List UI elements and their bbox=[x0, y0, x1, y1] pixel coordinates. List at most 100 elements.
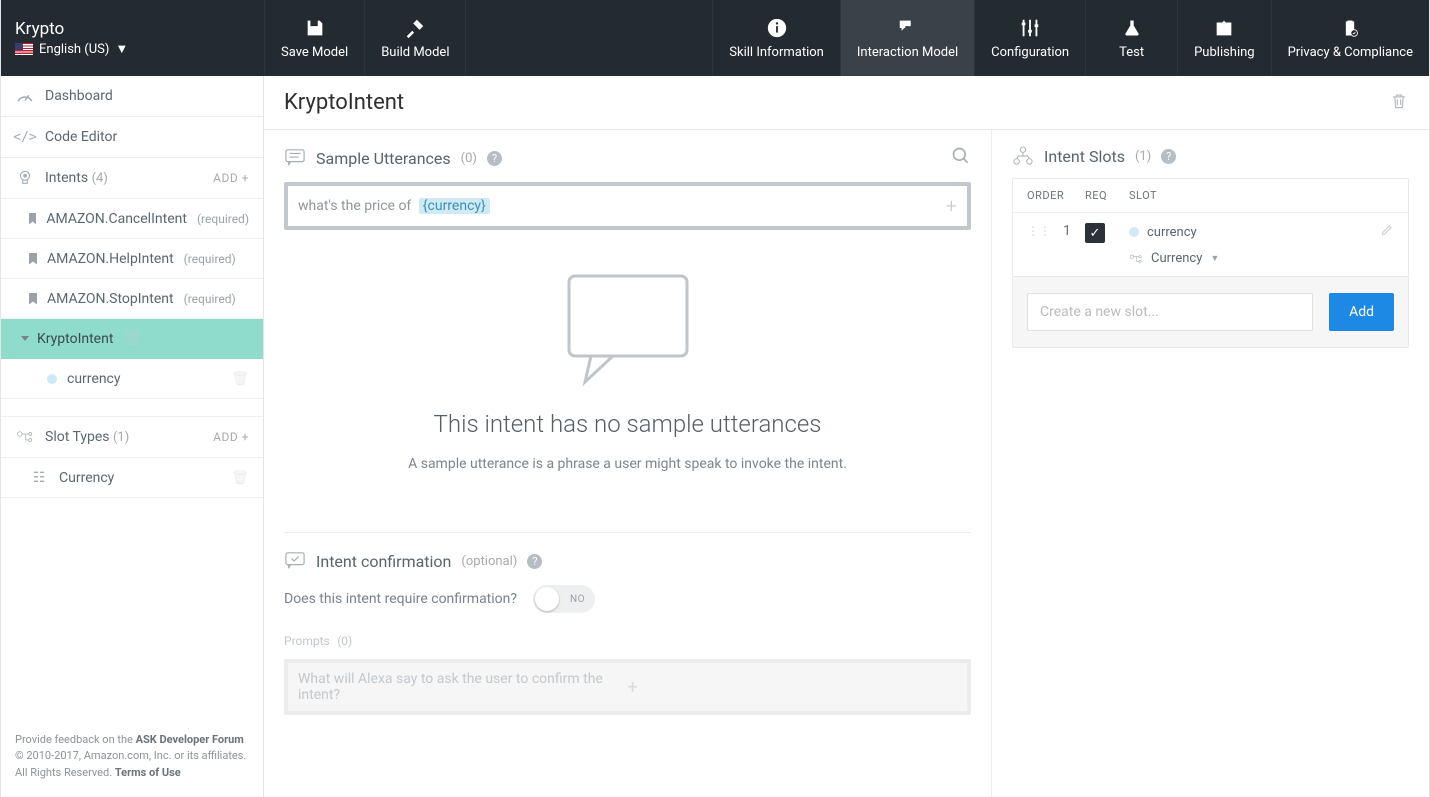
required-tag: (required) bbox=[184, 252, 236, 266]
intent-name: AMAZON.CancelIntent bbox=[46, 211, 187, 227]
caret-down-icon bbox=[21, 336, 29, 341]
section-title: Sample Utterances bbox=[316, 149, 451, 168]
new-slot-row: Add bbox=[1012, 277, 1409, 348]
speech-icon bbox=[284, 148, 306, 168]
required-tag: (required) bbox=[184, 292, 236, 306]
skill-name: Krypto bbox=[15, 19, 250, 39]
bookmark-icon bbox=[29, 253, 37, 265]
add-utterance-button[interactable]: + bbox=[946, 194, 957, 218]
slot-type-value: Currency bbox=[1151, 251, 1202, 266]
section-count: (1) bbox=[1135, 149, 1151, 164]
th-slot: SLOT bbox=[1129, 189, 1394, 202]
nav-configuration[interactable]: Configuration bbox=[974, 0, 1085, 76]
nav-label: Publishing bbox=[1194, 45, 1255, 60]
delete-icon[interactable]: 🗑 bbox=[231, 470, 249, 486]
chevron-down-icon: ▼ bbox=[1210, 253, 1219, 264]
prompt-input: What will Alexa say to ask the user to c… bbox=[284, 659, 971, 715]
nav-label: Interaction Model bbox=[857, 45, 958, 60]
add-slot-button[interactable]: Add bbox=[1329, 293, 1394, 331]
intent-confirmation-header: Intent confirmation (optional) ? bbox=[284, 551, 971, 571]
save-icon bbox=[304, 17, 326, 39]
confirm-icon bbox=[284, 551, 306, 571]
nav-save-model[interactable]: Save Model bbox=[264, 0, 364, 76]
delete-intent-button[interactable] bbox=[1389, 90, 1409, 116]
th-order: ORDER bbox=[1027, 189, 1085, 202]
toggle-label: NO bbox=[570, 594, 585, 605]
sidebar-intents-header[interactable]: Intents (4) ADD + bbox=[1, 158, 263, 199]
edit-icon[interactable] bbox=[1380, 223, 1394, 241]
intent-slots-header: Intent Slots (1) ? bbox=[1012, 146, 1409, 166]
slot-name-value: currency bbox=[1147, 225, 1197, 240]
nav-spacer bbox=[465, 0, 712, 76]
utterance-text: what's the price of {currency} bbox=[298, 198, 490, 214]
sidebar-slot-currency[interactable]: currency 🗑 bbox=[1, 359, 263, 399]
sidebar-intent-stop[interactable]: AMAZON.StopIntent (required) bbox=[1, 279, 263, 319]
info-icon bbox=[766, 17, 788, 39]
divider bbox=[284, 532, 971, 533]
search-icon[interactable] bbox=[951, 146, 971, 170]
section-title: Intent Slots bbox=[1044, 147, 1125, 166]
nav-label: Save Model bbox=[281, 45, 348, 60]
intent-name: KryptoIntent bbox=[37, 331, 113, 347]
sidebar-code-editor[interactable]: </> Code Editor bbox=[1, 117, 263, 158]
speech-bubble-icon bbox=[563, 270, 693, 390]
sidebar-intent-krypto[interactable]: KryptoIntent 🗑 bbox=[1, 319, 263, 359]
nav-privacy[interactable]: Privacy & Compliance bbox=[1271, 0, 1429, 76]
add-slot-type-button[interactable]: ADD + bbox=[213, 430, 249, 444]
nav-label: Configuration bbox=[991, 45, 1069, 60]
sidebar-intent-help[interactable]: AMAZON.HelpIntent (required) bbox=[1, 239, 263, 279]
add-intent-button[interactable]: ADD + bbox=[213, 171, 249, 185]
flask-icon bbox=[1121, 17, 1143, 39]
empty-state: This intent has no sample utterances A s… bbox=[284, 230, 971, 502]
clipboard-icon bbox=[1339, 17, 1361, 39]
tree-icon bbox=[1012, 146, 1034, 166]
nav-test[interactable]: Test bbox=[1085, 0, 1177, 76]
intent-name: AMAZON.StopIntent bbox=[47, 291, 174, 307]
slot-type-icon bbox=[15, 430, 35, 444]
sidebar-dashboard[interactable]: Dashboard bbox=[1, 76, 263, 117]
spacer bbox=[1, 399, 263, 417]
empty-subtitle: A sample utterance is a phrase a user mi… bbox=[408, 456, 847, 472]
sidebar-slot-type-currency[interactable]: ☷ Currency 🗑 bbox=[1, 458, 263, 498]
sliders-icon bbox=[1019, 17, 1041, 39]
slot-row[interactable]: ⋮⋮ 1 ✓ currency bbox=[1013, 212, 1408, 276]
nav-build-model[interactable]: Build Model bbox=[364, 0, 465, 76]
sample-utterances-header: Sample Utterances (0) ? bbox=[284, 146, 971, 170]
prompts-header: Prompts (0) bbox=[284, 631, 971, 649]
delete-icon[interactable]: 🗑 bbox=[231, 371, 249, 387]
delete-icon[interactable]: 🗑 bbox=[123, 331, 141, 347]
list-icon: ☷ bbox=[29, 470, 49, 486]
sidebar-intent-cancel[interactable]: AMAZON.CancelIntent (required) bbox=[1, 199, 263, 239]
chevron-down-icon: ▼ bbox=[115, 41, 128, 57]
nav-label: Test bbox=[1119, 45, 1144, 60]
utterance-input[interactable]: what's the price of {currency} + bbox=[284, 182, 971, 230]
main-panel: Sample Utterances (0) ? what's the price… bbox=[264, 130, 991, 797]
new-slot-input[interactable] bbox=[1027, 293, 1313, 331]
language-selector[interactable]: English (US) ▼ bbox=[15, 41, 250, 57]
terms-link[interactable]: Terms of Use bbox=[115, 766, 181, 779]
nav-skill-info[interactable]: Skill Information bbox=[712, 0, 840, 76]
help-icon[interactable]: ? bbox=[527, 554, 542, 569]
nav-label: Build Model bbox=[381, 45, 449, 60]
sidebar-label: Intents (4) bbox=[45, 170, 203, 186]
sidebar-label: Dashboard bbox=[45, 88, 249, 104]
required-checkbox[interactable]: ✓ bbox=[1085, 223, 1105, 243]
optional-tag: (optional) bbox=[461, 554, 517, 569]
toggle-knob bbox=[535, 587, 559, 611]
slot-name: currency bbox=[67, 371, 121, 387]
sidebar-label: Slot Types (1) bbox=[45, 429, 203, 445]
confirmation-toggle[interactable]: NO bbox=[533, 585, 595, 613]
nav-interaction-model[interactable]: Interaction Model bbox=[840, 0, 974, 76]
section-count: (0) bbox=[461, 151, 477, 166]
th-req: REQ bbox=[1085, 189, 1129, 202]
nav-publishing[interactable]: Publishing bbox=[1177, 0, 1271, 76]
help-icon[interactable]: ? bbox=[487, 151, 502, 166]
slot-type-selector[interactable]: Currency ▼ bbox=[1129, 251, 1394, 266]
help-icon[interactable]: ? bbox=[1161, 149, 1176, 164]
slot-dot-icon bbox=[1129, 227, 1139, 237]
slots-table: ORDER REQ SLOT ⋮⋮ 1 ✓ bbox=[1012, 178, 1409, 277]
sidebar-slot-types-header[interactable]: Slot Types (1) ADD + bbox=[1, 417, 263, 458]
nav-label: Privacy & Compliance bbox=[1288, 45, 1413, 60]
forum-link[interactable]: ASK Developer Forum bbox=[136, 733, 244, 746]
drag-handle-icon[interactable]: ⋮⋮ bbox=[1027, 224, 1051, 238]
